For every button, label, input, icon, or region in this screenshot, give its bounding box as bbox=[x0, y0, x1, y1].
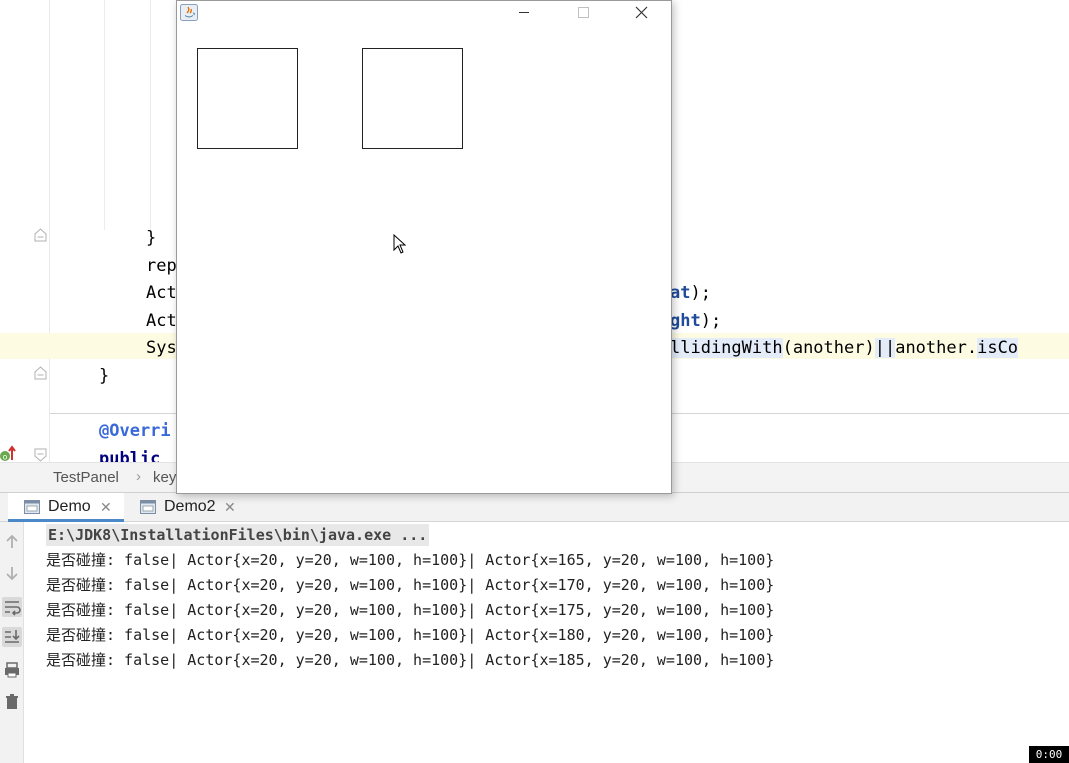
soft-wrap-icon[interactable] bbox=[2, 597, 22, 617]
close-icon[interactable]: ✕ bbox=[224, 499, 236, 516]
code-line[interactable]: at); bbox=[670, 283, 711, 303]
code-line[interactable]: ght); bbox=[670, 311, 721, 331]
tab-label: Demo2 bbox=[164, 498, 216, 515]
override-method-icon[interactable]: o bbox=[0, 444, 20, 462]
maximize-button[interactable] bbox=[560, 1, 606, 25]
console-line: 是否碰撞: false| Actor{x=20, y=20, w=100, h=… bbox=[46, 576, 775, 594]
code-line[interactable]: rep bbox=[146, 256, 177, 276]
run-config-icon bbox=[24, 500, 40, 514]
scroll-to-end-icon[interactable] bbox=[2, 627, 22, 647]
fold-marker-icon[interactable] bbox=[33, 366, 48, 381]
code-punctuation: ); bbox=[700, 311, 722, 331]
gutter-divider bbox=[49, 0, 50, 462]
run-toolbar bbox=[0, 522, 24, 763]
trash-icon[interactable] bbox=[2, 692, 22, 712]
tab-demo[interactable]: Demo ✕ bbox=[8, 493, 124, 522]
close-icon[interactable]: ✕ bbox=[100, 499, 112, 516]
java-app-window[interactable] bbox=[176, 0, 672, 494]
down-arrow-icon[interactable] bbox=[2, 563, 22, 583]
keyword[interactable]: public bbox=[99, 449, 160, 462]
mouse-cursor-icon bbox=[393, 233, 407, 254]
code-line[interactable]: llidingWith(another)||another.isCo bbox=[670, 338, 1019, 358]
code-line[interactable]: Act bbox=[146, 283, 177, 303]
console-line: 是否碰撞: false| Actor{x=20, y=20, w=100, h=… bbox=[46, 551, 775, 569]
breadcrumb-method[interactable]: key bbox=[153, 469, 176, 486]
operator-highlight: || bbox=[874, 338, 896, 358]
up-arrow-icon[interactable] bbox=[2, 532, 22, 552]
method-call-highlight: isCo bbox=[977, 338, 1019, 358]
actor-box-left bbox=[197, 48, 298, 149]
method-call-highlight: llidingWith bbox=[670, 338, 783, 358]
tab-demo2[interactable]: Demo2 ✕ bbox=[126, 493, 242, 522]
console-line: 是否碰撞: false| Actor{x=20, y=20, w=100, h=… bbox=[46, 651, 775, 669]
close-button[interactable] bbox=[618, 1, 664, 25]
code-text: another. bbox=[895, 338, 978, 358]
chevron-right-icon: › bbox=[136, 468, 141, 485]
console-line: 是否碰撞: false| Actor{x=20, y=20, w=100, h=… bbox=[46, 601, 775, 619]
fold-marker-icon[interactable] bbox=[33, 228, 48, 243]
code-line[interactable]: } bbox=[146, 228, 156, 248]
run-config-icon bbox=[140, 500, 156, 514]
breadcrumb-class[interactable]: TestPanel bbox=[53, 469, 119, 486]
app-title-bar[interactable] bbox=[177, 1, 671, 25]
indent-guide bbox=[150, 0, 151, 230]
code-line[interactable]: } bbox=[99, 366, 109, 386]
run-tool-window: Demo ✕ Demo2 ✕ E:\JDK8\InstallationFiles… bbox=[0, 492, 1069, 763]
actor-box-right bbox=[362, 48, 463, 149]
console-line: 是否碰撞: false| Actor{x=20, y=20, w=100, h=… bbox=[46, 626, 775, 644]
field-reference: at bbox=[670, 283, 691, 303]
fold-marker-icon[interactable] bbox=[33, 447, 48, 462]
code-line[interactable]: Act bbox=[146, 311, 177, 331]
svg-text:o: o bbox=[3, 453, 8, 462]
annotation[interactable]: @Overri bbox=[99, 421, 171, 441]
minimize-button[interactable] bbox=[501, 1, 547, 25]
recording-timer: 0:00 bbox=[1029, 746, 1069, 763]
code-line[interactable]: Sys bbox=[146, 338, 177, 358]
java-icon bbox=[180, 4, 198, 21]
method-arguments: (another) bbox=[782, 338, 875, 358]
indent-guide bbox=[104, 0, 105, 230]
run-command: E:\JDK8\InstallationFiles\bin\java.exe .… bbox=[46, 524, 430, 546]
field-reference: ght bbox=[670, 311, 701, 331]
run-tabs: Demo ✕ Demo2 ✕ bbox=[0, 493, 1069, 522]
tab-label: Demo bbox=[48, 498, 91, 515]
code-punctuation: ); bbox=[690, 283, 711, 303]
print-icon[interactable] bbox=[2, 660, 22, 680]
